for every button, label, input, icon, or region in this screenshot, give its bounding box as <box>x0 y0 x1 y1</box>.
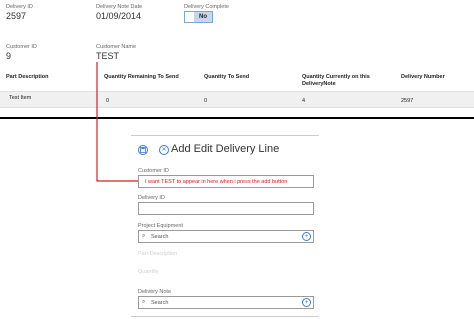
dialog-bottom-border <box>131 316 319 317</box>
annotation-arrow <box>96 62 140 182</box>
customer-id-field-annotation: I want TEST to appear in here when i pre… <box>145 179 288 185</box>
part-description-label: Part Description <box>138 251 178 257</box>
delivery-note-label: Delivery Note <box>138 289 172 295</box>
save-icon-button[interactable] <box>138 145 148 155</box>
delivery-id-field[interactable] <box>138 202 314 215</box>
search-icon: ⌕ <box>142 233 146 239</box>
dialog-delivery-id-label: Delivery ID <box>138 195 165 201</box>
close-icon: ✕ <box>161 147 167 153</box>
add-delivery-note-button[interactable]: + <box>302 298 311 307</box>
add-project-equipment-button[interactable]: + <box>302 232 311 241</box>
project-equipment-placeholder: Search <box>151 234 169 240</box>
project-equipment-label: Project Equipment <box>138 223 183 229</box>
dialog-title: Add Edit Delivery Line <box>171 143 280 155</box>
delivery-note-search[interactable]: ⌕ Search + <box>138 296 314 309</box>
project-equipment-search[interactable]: ⌕ Search + <box>138 230 314 243</box>
dialog-top-border <box>131 135 319 136</box>
quantity-label: Quantity <box>138 269 159 275</box>
close-icon-button[interactable]: ✕ <box>159 145 169 155</box>
dialog-customer-id-label: Customer ID <box>138 168 169 174</box>
plus-icon: + <box>304 233 309 240</box>
save-icon <box>140 147 146 153</box>
delivery-note-placeholder: Search <box>151 300 169 306</box>
search-icon: ⌕ <box>142 299 146 305</box>
plus-icon: + <box>304 299 309 306</box>
customer-id-field[interactable]: I want TEST to appear in here when i pre… <box>138 175 314 188</box>
